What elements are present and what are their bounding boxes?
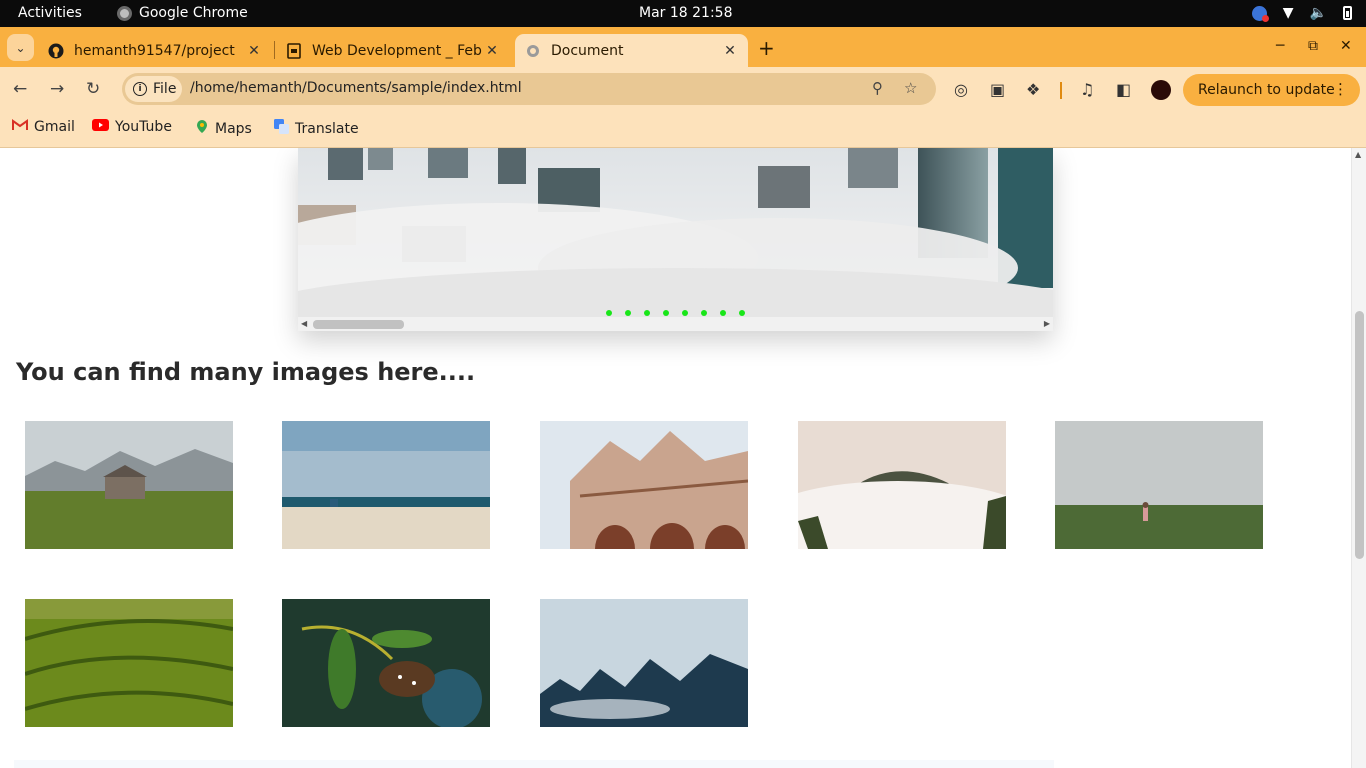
bookmark-label: Maps: [215, 120, 252, 137]
bookmark-star-icon[interactable]: ☆: [904, 79, 917, 97]
gallery-image-misty-forest: [540, 599, 748, 727]
chevron-down-icon: ⌄: [15, 40, 26, 55]
bookmark-maps[interactable]: Maps: [195, 119, 252, 138]
slider-dot[interactable]: [720, 310, 726, 316]
new-tab-button[interactable]: +: [758, 36, 775, 60]
slider-dot[interactable]: [682, 310, 688, 316]
slider-dot[interactable]: [644, 310, 650, 316]
site-info-chip[interactable]: i File: [125, 76, 182, 102]
url-text[interactable]: /home/hemanth/Documents/sample/index.htm…: [190, 80, 522, 96]
slider-dots: [606, 310, 745, 316]
close-icon[interactable]: ✕: [246, 43, 262, 59]
gmail-icon: [12, 119, 28, 135]
bookmark-youtube[interactable]: YouTube: [92, 119, 172, 135]
reload-button[interactable]: ↻: [86, 79, 100, 99]
clock[interactable]: Mar 18 21:58: [639, 5, 732, 21]
forward-button[interactable]: →: [50, 79, 64, 99]
page-vertical-scrollbar[interactable]: ▲: [1351, 148, 1366, 768]
gallery-image-field-girl: [1055, 421, 1263, 549]
globe-icon: [525, 43, 541, 59]
toolbar-separator: [1060, 82, 1062, 99]
more-menu-icon[interactable]: ⋮: [1333, 80, 1348, 98]
bookmark-label: Gmail: [34, 119, 75, 135]
tab-github-project[interactable]: hemanth91547/project ✕: [40, 34, 272, 67]
tab-separator: [274, 41, 275, 59]
app-menu[interactable]: Google Chrome: [117, 5, 248, 21]
wifi-icon[interactable]: ▼: [1283, 5, 1294, 21]
scrollbar-thumb[interactable]: [313, 320, 404, 329]
minimize-icon[interactable]: ─: [1276, 38, 1284, 54]
tab-title: Web Development _ Feb: [312, 42, 482, 59]
notification-app-icon[interactable]: [1251, 5, 1269, 22]
slider-dot[interactable]: [625, 310, 631, 316]
chrome-icon: [117, 5, 132, 21]
extensions-puzzle-icon[interactable]: ❖: [1026, 80, 1040, 99]
bookmark-label: Translate: [295, 120, 359, 137]
media-controls-icon[interactable]: ♫: [1080, 80, 1094, 99]
gallery-image-cathedral: [540, 421, 748, 549]
address-bar[interactable]: i File /home/hemanth/Documents/sample/in…: [122, 73, 936, 105]
volume-icon[interactable]: 🔈: [1310, 5, 1327, 21]
app-name: Google Chrome: [139, 5, 248, 21]
gallery-image-butterfly: [282, 599, 490, 727]
activities-button[interactable]: Activities: [18, 5, 82, 21]
slider-dot[interactable]: [739, 310, 745, 316]
close-window-icon[interactable]: ✕: [1340, 38, 1352, 54]
page-heading: You can find many images here....: [16, 358, 476, 386]
slider-dot[interactable]: [663, 310, 669, 316]
github-icon: [48, 43, 64, 59]
back-button[interactable]: ←: [13, 79, 27, 99]
next-section-edge: [14, 760, 1054, 768]
slide-image-city-in-clouds: [298, 148, 1053, 317]
side-panel-icon[interactable]: ◧: [1116, 80, 1131, 99]
slides-icon: [286, 42, 302, 59]
profile-avatar[interactable]: [1151, 80, 1171, 100]
translate-icon: [274, 119, 289, 138]
gallery-image-green-field: [25, 599, 233, 727]
scheme-label: File: [153, 81, 177, 97]
gallery-image-beach: [282, 421, 490, 549]
gallery-image-hill-clouds: [798, 421, 1006, 549]
tab-title: hemanth91547/project: [74, 42, 235, 59]
bookmarks-bar: Gmail YouTube Maps Translate: [0, 113, 1366, 148]
tab-strip: ⌄ hemanth91547/project ✕ Web Development…: [0, 27, 1366, 67]
extension-lens-icon[interactable]: ◎: [954, 80, 968, 99]
zoom-icon[interactable]: ⚲: [872, 79, 883, 97]
tab-web-development[interactable]: Web Development _ Feb ✕: [278, 34, 510, 67]
scroll-up-icon[interactable]: ▲: [1355, 150, 1361, 159]
browser-toolbar: ← → ↻ i File /home/hemanth/Documents/sam…: [0, 67, 1366, 113]
tab-search-button[interactable]: ⌄: [7, 34, 34, 61]
tab-document[interactable]: Document ✕: [515, 34, 748, 67]
maps-icon: [195, 119, 209, 138]
close-icon[interactable]: ✕: [722, 43, 738, 59]
gallery-image-mountain-meadow: [25, 421, 233, 549]
bookmark-gmail[interactable]: Gmail: [12, 119, 75, 135]
close-icon[interactable]: ✕: [484, 43, 500, 59]
image-slider[interactable]: ◀ ▶: [298, 148, 1053, 331]
relaunch-to-update-button[interactable]: Relaunch to update ⋮: [1183, 74, 1360, 106]
scroll-right-icon[interactable]: ▶: [1044, 319, 1050, 328]
scroll-left-icon[interactable]: ◀: [301, 319, 307, 328]
slider-dot[interactable]: [701, 310, 707, 316]
bookmark-translate[interactable]: Translate: [274, 119, 359, 138]
slider-dot[interactable]: [606, 310, 612, 316]
extension-image-icon[interactable]: ▣: [990, 80, 1005, 99]
scrollbar-thumb[interactable]: [1355, 311, 1364, 559]
info-icon: i: [133, 82, 147, 96]
battery-icon[interactable]: [1343, 6, 1352, 20]
system-tray[interactable]: ▼ 🔈: [1251, 5, 1352, 22]
page-viewport[interactable]: ◀ ▶ You can find many images here....: [0, 148, 1351, 768]
system-top-bar: Activities Google Chrome Mar 18 21:58 ▼ …: [0, 0, 1366, 27]
youtube-icon: [92, 119, 109, 135]
relaunch-label: Relaunch to update: [1198, 82, 1335, 98]
restore-icon[interactable]: ⧉: [1308, 38, 1318, 54]
tab-title: Document: [551, 42, 624, 59]
bookmark-label: YouTube: [115, 119, 172, 135]
slider-horizontal-scrollbar[interactable]: ◀ ▶: [298, 317, 1053, 331]
